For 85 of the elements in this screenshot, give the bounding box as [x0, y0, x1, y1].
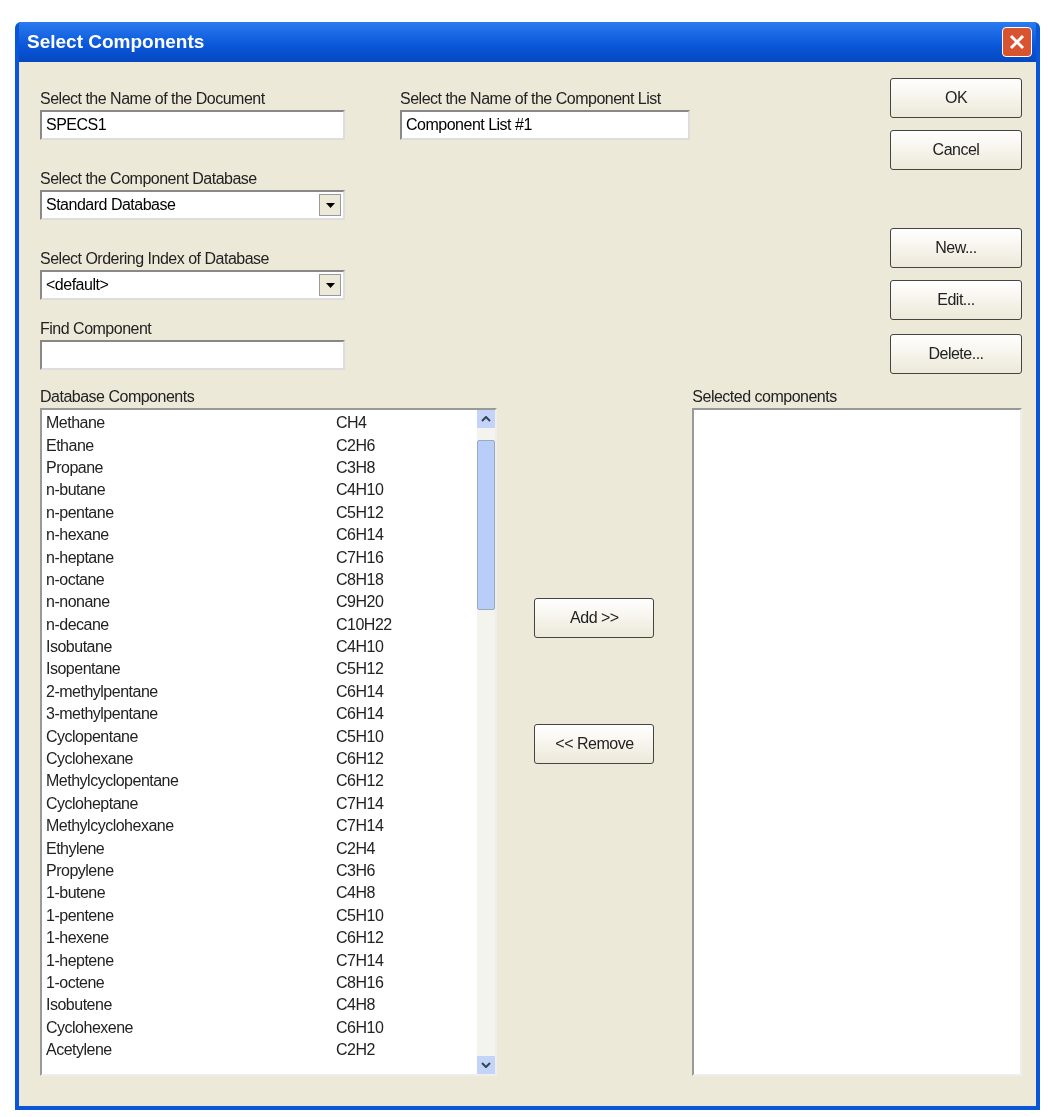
scroll-up-icon	[480, 416, 491, 422]
component-name[interactable]: 1-heptene	[46, 951, 336, 970]
field-label: Select Ordering Index of Database	[40, 249, 270, 269]
list-label: Database Components	[40, 387, 196, 407]
component-formula[interactable]: C5H12	[336, 660, 473, 679]
component-formula[interactable]: C5H10	[336, 727, 473, 746]
field-label: Find Component	[40, 319, 153, 339]
window-title: Select Components	[27, 31, 205, 53]
component-formula[interactable]: C2H4	[336, 839, 473, 858]
component-formula[interactable]: C7H16	[336, 548, 473, 567]
component-formula[interactable]: CH4	[336, 414, 473, 433]
component-formula[interactable]: C4H8	[336, 884, 473, 903]
component-name[interactable]: 1-octene	[46, 973, 336, 992]
component-name[interactable]: Cycloheptane	[46, 794, 336, 813]
component-name[interactable]: 2-methylpentane	[46, 682, 336, 701]
database-dropdown[interactable]: Standard Database	[40, 190, 345, 220]
component-formula[interactable]: C3H8	[336, 458, 473, 477]
component-name[interactable]: Ethane	[46, 436, 336, 455]
component-name[interactable]: Acetylene	[46, 1041, 336, 1060]
component-formula[interactable]: C7H14	[336, 817, 473, 836]
component-name[interactable]: n-octane	[46, 570, 336, 589]
component-name[interactable]: 1-hexene	[46, 929, 336, 948]
ordering-dropdown[interactable]: <default>	[40, 270, 345, 300]
component-name[interactable]: n-nonane	[46, 593, 336, 612]
component-formula[interactable]: C9H20	[336, 593, 473, 612]
dropdown-arrow-icon	[325, 202, 335, 208]
dialog-button[interactable]: OK	[890, 78, 1022, 118]
find-component-field[interactable]	[40, 340, 345, 370]
component-name[interactable]: n-decane	[46, 615, 336, 634]
component-formula[interactable]: C6H12	[336, 772, 473, 791]
component-name[interactable]: n-hexane	[46, 526, 336, 545]
component-name[interactable]: 1-pentene	[46, 906, 336, 925]
list-label: Selected components	[692, 387, 838, 407]
component-formula[interactable]: C4H8	[336, 996, 473, 1015]
dialog-button[interactable]: Cancel	[890, 130, 1022, 170]
dialog-button[interactable]: Edit...	[890, 280, 1022, 320]
document-name-field[interactable]: SPECS1	[40, 110, 345, 140]
component-formula[interactable]: C5H12	[336, 503, 473, 522]
component-formula[interactable]: C4H10	[336, 638, 473, 657]
component-name[interactable]: 3-methylpentane	[46, 705, 336, 724]
component-name[interactable]: Isopentane	[46, 660, 336, 679]
component-formula[interactable]: C6H14	[336, 705, 473, 724]
component-formula[interactable]: C10H22	[336, 615, 473, 634]
component-formula[interactable]: C6H14	[336, 682, 473, 701]
component-list-name-field[interactable]: Component List #1	[400, 110, 690, 140]
component-formula[interactable]: C6H12	[336, 750, 473, 769]
component-name[interactable]: Propane	[46, 458, 336, 477]
component-formula[interactable]: C5H10	[336, 906, 473, 925]
component-name[interactable]: Methylcyclohexane	[46, 817, 336, 836]
component-formula[interactable]: C7H14	[336, 794, 473, 813]
dialog-button[interactable]: New...	[890, 228, 1022, 268]
field-label: Select the Component Database	[40, 169, 258, 189]
component-formula[interactable]: C7H14	[336, 951, 473, 970]
component-name[interactable]: n-butane	[46, 481, 336, 500]
component-name[interactable]: Propylene	[46, 862, 336, 880]
component-formula[interactable]: C6H12	[336, 929, 473, 948]
component-formula[interactable]: C8H18	[336, 570, 473, 589]
scrollbar[interactable]	[476, 410, 495, 1074]
component-name[interactable]: Methylcyclopentane	[46, 772, 336, 791]
component-name[interactable]: Isobutene	[46, 996, 336, 1015]
component-name[interactable]: Cyclohexane	[46, 750, 336, 769]
component-name[interactable]: Cyclopentane	[46, 727, 336, 746]
dialog-button[interactable]: Delete...	[890, 334, 1022, 374]
component-formula[interactable]: C6H14	[336, 526, 473, 545]
scroll-down-icon	[480, 1062, 491, 1068]
component-formula[interactable]: C4H10	[336, 481, 473, 500]
component-name[interactable]: Cyclohexene	[46, 1018, 336, 1037]
field-label: Select the Name of the Document	[40, 89, 266, 109]
component-name[interactable]: Ethylene	[46, 839, 336, 858]
component-name[interactable]: Isobutane	[46, 638, 336, 657]
component-name[interactable]: n-pentane	[46, 503, 336, 522]
component-name[interactable]: n-heptane	[46, 548, 336, 567]
remove-button[interactable]: << Remove	[534, 724, 655, 764]
add-button[interactable]: Add >>	[534, 598, 655, 638]
component-formula[interactable]: C6H10	[336, 1018, 473, 1037]
component-formula[interactable]: C2H2	[336, 1041, 473, 1060]
component-formula[interactable]: C8H16	[336, 973, 473, 992]
component-formula[interactable]: C2H6	[336, 436, 473, 455]
close-icon	[1009, 34, 1025, 50]
component-name[interactable]: 1-butene	[46, 884, 336, 903]
close-button[interactable]	[1002, 27, 1032, 57]
dropdown-arrow-icon	[325, 282, 335, 288]
component-name[interactable]: Methane	[46, 414, 336, 433]
component-formula[interactable]: C3H6	[336, 862, 473, 880]
field-label: Select the Name of the Component List	[400, 89, 662, 109]
